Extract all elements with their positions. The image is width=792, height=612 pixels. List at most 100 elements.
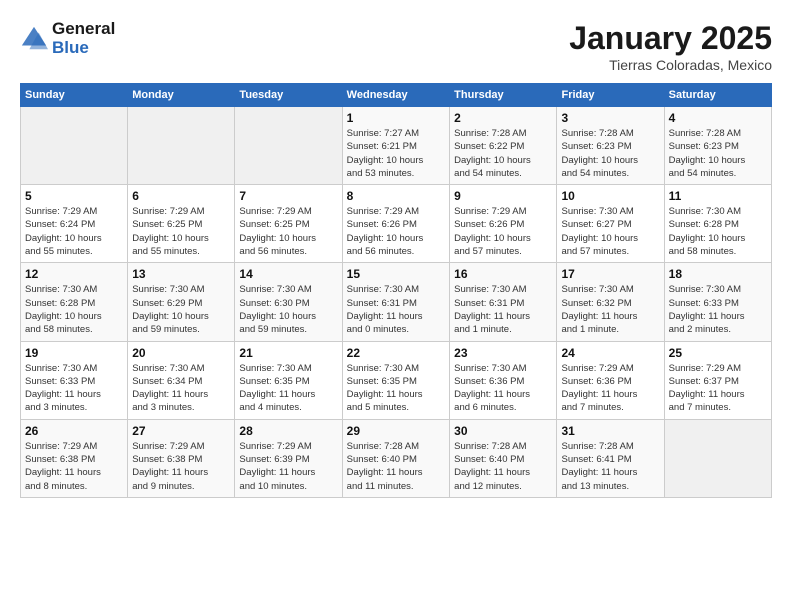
calendar-cell: 22Sunrise: 7:30 AM Sunset: 6:35 PM Dayli… — [342, 341, 449, 419]
day-number: 5 — [25, 189, 123, 203]
calendar-cell: 24 Sunrise: 7:29 AM Sunset: 6:36 PM Dayli… — [557, 341, 664, 419]
day-info: Sunrise: 7:30 AM Sunset: 6:36 PM Dayligh… — [454, 362, 552, 415]
weekday-header-sunday: Sunday — [21, 84, 128, 107]
weekday-header-saturday: Saturday — [664, 84, 771, 107]
day-number: 27 — [132, 424, 230, 438]
day-info: Sunrise: 7:30 AM Sunset: 6:31 PM Dayligh… — [454, 283, 552, 336]
calendar-cell: 21 Sunrise: 7:30 AM Sunset: 6:35 PM Dayli… — [235, 341, 342, 419]
calendar-cell — [664, 419, 771, 497]
day-number: 6 — [132, 189, 230, 203]
calendar-cell: 16 Sunrise: 7:30 AM Sunset: 6:31 PM Dayli… — [450, 263, 557, 341]
calendar-body: 1 Sunrise: 7:27 AM Sunset: 6:21 PM Daylig… — [21, 107, 772, 498]
calendar-week-4: 19 Sunrise: 7:30 AM Sunset: 6:33 PM Dayli… — [21, 341, 772, 419]
calendar-cell — [21, 107, 128, 185]
calendar-cell: 23 Sunrise: 7:30 AM Sunset: 6:36 PM Dayli… — [450, 341, 557, 419]
day-info: Sunrise: 7:30 AM Sunset: 6:28 PM Dayligh… — [669, 205, 767, 258]
weekday-header-wednesday: Wednesday — [342, 84, 449, 107]
day-info: Sunrise: 7:29 AM Sunset: 6:25 PM Dayligh… — [132, 205, 230, 258]
calendar-cell: 6 Sunrise: 7:29 AM Sunset: 6:25 PM Daylig… — [128, 185, 235, 263]
calendar-cell: 28Sunrise: 7:29 AM Sunset: 6:39 PM Dayli… — [235, 419, 342, 497]
day-info: Sunrise: 7:30 AM Sunset: 6:33 PM Dayligh… — [669, 283, 767, 336]
day-info: Sunrise: 7:29 AM Sunset: 6:26 PM Dayligh… — [454, 205, 552, 258]
calendar-cell: 12Sunrise: 7:30 AM Sunset: 6:28 PM Dayli… — [21, 263, 128, 341]
day-number: 20 — [132, 346, 230, 360]
calendar-cell: 9 Sunrise: 7:29 AM Sunset: 6:26 PM Daylig… — [450, 185, 557, 263]
calendar-cell — [235, 107, 342, 185]
day-number: 30 — [454, 424, 552, 438]
day-info: Sunrise: 7:28 AM Sunset: 6:22 PM Dayligh… — [454, 127, 552, 180]
day-info: Sunrise: 7:29 AM Sunset: 6:37 PM Dayligh… — [669, 362, 767, 415]
calendar-week-1: 1 Sunrise: 7:27 AM Sunset: 6:21 PM Daylig… — [21, 107, 772, 185]
weekday-header-friday: Friday — [557, 84, 664, 107]
day-info: Sunrise: 7:30 AM Sunset: 6:29 PM Dayligh… — [132, 283, 230, 336]
calendar-header: SundayMondayTuesdayWednesdayThursdayFrid… — [21, 84, 772, 107]
calendar-cell: 13 Sunrise: 7:30 AM Sunset: 6:29 PM Dayli… — [128, 263, 235, 341]
day-number: 18 — [669, 267, 767, 281]
day-number: 31 — [561, 424, 659, 438]
calendar-cell: 14Sunrise: 7:30 AM Sunset: 6:30 PM Dayli… — [235, 263, 342, 341]
day-info: Sunrise: 7:29 AM Sunset: 6:36 PM Dayligh… — [561, 362, 659, 415]
page-header: General Blue January 2025 Tierras Colora… — [20, 20, 772, 73]
calendar-week-5: 26 Sunrise: 7:29 AM Sunset: 6:38 PM Dayli… — [21, 419, 772, 497]
day-number: 7 — [239, 189, 337, 203]
day-number: 10 — [561, 189, 659, 203]
calendar-cell: 26 Sunrise: 7:29 AM Sunset: 6:38 PM Dayli… — [21, 419, 128, 497]
day-number: 26 — [25, 424, 123, 438]
day-number: 24 — [561, 346, 659, 360]
day-info: Sunrise: 7:27 AM Sunset: 6:21 PM Dayligh… — [347, 127, 445, 180]
calendar-cell: 10Sunrise: 7:30 AM Sunset: 6:27 PM Dayli… — [557, 185, 664, 263]
day-number: 16 — [454, 267, 552, 281]
logo-icon — [20, 25, 48, 53]
day-number: 1 — [347, 111, 445, 125]
day-number: 15 — [347, 267, 445, 281]
calendar-cell: 5 Sunrise: 7:29 AM Sunset: 6:24 PM Daylig… — [21, 185, 128, 263]
day-info: Sunrise: 7:30 AM Sunset: 6:34 PM Dayligh… — [132, 362, 230, 415]
calendar-cell: 18 Sunrise: 7:30 AM Sunset: 6:33 PM Dayli… — [664, 263, 771, 341]
calendar-cell — [128, 107, 235, 185]
calendar-cell: 17Sunrise: 7:30 AM Sunset: 6:32 PM Dayli… — [557, 263, 664, 341]
weekday-header-thursday: Thursday — [450, 84, 557, 107]
day-info: Sunrise: 7:30 AM Sunset: 6:28 PM Dayligh… — [25, 283, 123, 336]
weekday-header-row: SundayMondayTuesdayWednesdayThursdayFrid… — [21, 84, 772, 107]
day-number: 11 — [669, 189, 767, 203]
logo-text-blue: Blue — [52, 39, 115, 58]
calendar-cell: 7Sunrise: 7:29 AM Sunset: 6:25 PM Daylig… — [235, 185, 342, 263]
calendar-cell: 11 Sunrise: 7:30 AM Sunset: 6:28 PM Dayli… — [664, 185, 771, 263]
calendar-cell: 15 Sunrise: 7:30 AM Sunset: 6:31 PM Dayli… — [342, 263, 449, 341]
weekday-header-monday: Monday — [128, 84, 235, 107]
calendar-cell: 19 Sunrise: 7:30 AM Sunset: 6:33 PM Dayli… — [21, 341, 128, 419]
day-info: Sunrise: 7:28 AM Sunset: 6:40 PM Dayligh… — [454, 440, 552, 493]
day-number: 14 — [239, 267, 337, 281]
calendar-cell: 29Sunrise: 7:28 AM Sunset: 6:40 PM Dayli… — [342, 419, 449, 497]
day-info: Sunrise: 7:28 AM Sunset: 6:23 PM Dayligh… — [669, 127, 767, 180]
day-info: Sunrise: 7:28 AM Sunset: 6:23 PM Dayligh… — [561, 127, 659, 180]
logo: General Blue — [20, 20, 115, 57]
day-info: Sunrise: 7:30 AM Sunset: 6:31 PM Dayligh… — [347, 283, 445, 336]
calendar-cell: 3 Sunrise: 7:28 AM Sunset: 6:23 PM Daylig… — [557, 107, 664, 185]
day-info: Sunrise: 7:30 AM Sunset: 6:33 PM Dayligh… — [25, 362, 123, 415]
day-number: 9 — [454, 189, 552, 203]
day-info: Sunrise: 7:29 AM Sunset: 6:38 PM Dayligh… — [25, 440, 123, 493]
logo-text-general: General — [52, 20, 115, 39]
calendar-cell: 2Sunrise: 7:28 AM Sunset: 6:22 PM Daylig… — [450, 107, 557, 185]
day-number: 13 — [132, 267, 230, 281]
calendar-table: SundayMondayTuesdayWednesdayThursdayFrid… — [20, 83, 772, 498]
calendar-week-2: 5 Sunrise: 7:29 AM Sunset: 6:24 PM Daylig… — [21, 185, 772, 263]
day-number: 3 — [561, 111, 659, 125]
calendar-cell: 8Sunrise: 7:29 AM Sunset: 6:26 PM Daylig… — [342, 185, 449, 263]
day-number: 21 — [239, 346, 337, 360]
location-subtitle: Tierras Coloradas, Mexico — [569, 57, 772, 73]
day-number: 29 — [347, 424, 445, 438]
day-info: Sunrise: 7:29 AM Sunset: 6:24 PM Dayligh… — [25, 205, 123, 258]
day-info: Sunrise: 7:29 AM Sunset: 6:26 PM Dayligh… — [347, 205, 445, 258]
calendar-cell: 30 Sunrise: 7:28 AM Sunset: 6:40 PM Dayli… — [450, 419, 557, 497]
day-info: Sunrise: 7:29 AM Sunset: 6:39 PM Dayligh… — [239, 440, 337, 493]
day-number: 19 — [25, 346, 123, 360]
weekday-header-tuesday: Tuesday — [235, 84, 342, 107]
day-number: 25 — [669, 346, 767, 360]
calendar-cell: 31 Sunrise: 7:28 AM Sunset: 6:41 PM Dayli… — [557, 419, 664, 497]
day-number: 4 — [669, 111, 767, 125]
day-info: Sunrise: 7:30 AM Sunset: 6:35 PM Dayligh… — [239, 362, 337, 415]
day-info: Sunrise: 7:28 AM Sunset: 6:41 PM Dayligh… — [561, 440, 659, 493]
day-number: 23 — [454, 346, 552, 360]
